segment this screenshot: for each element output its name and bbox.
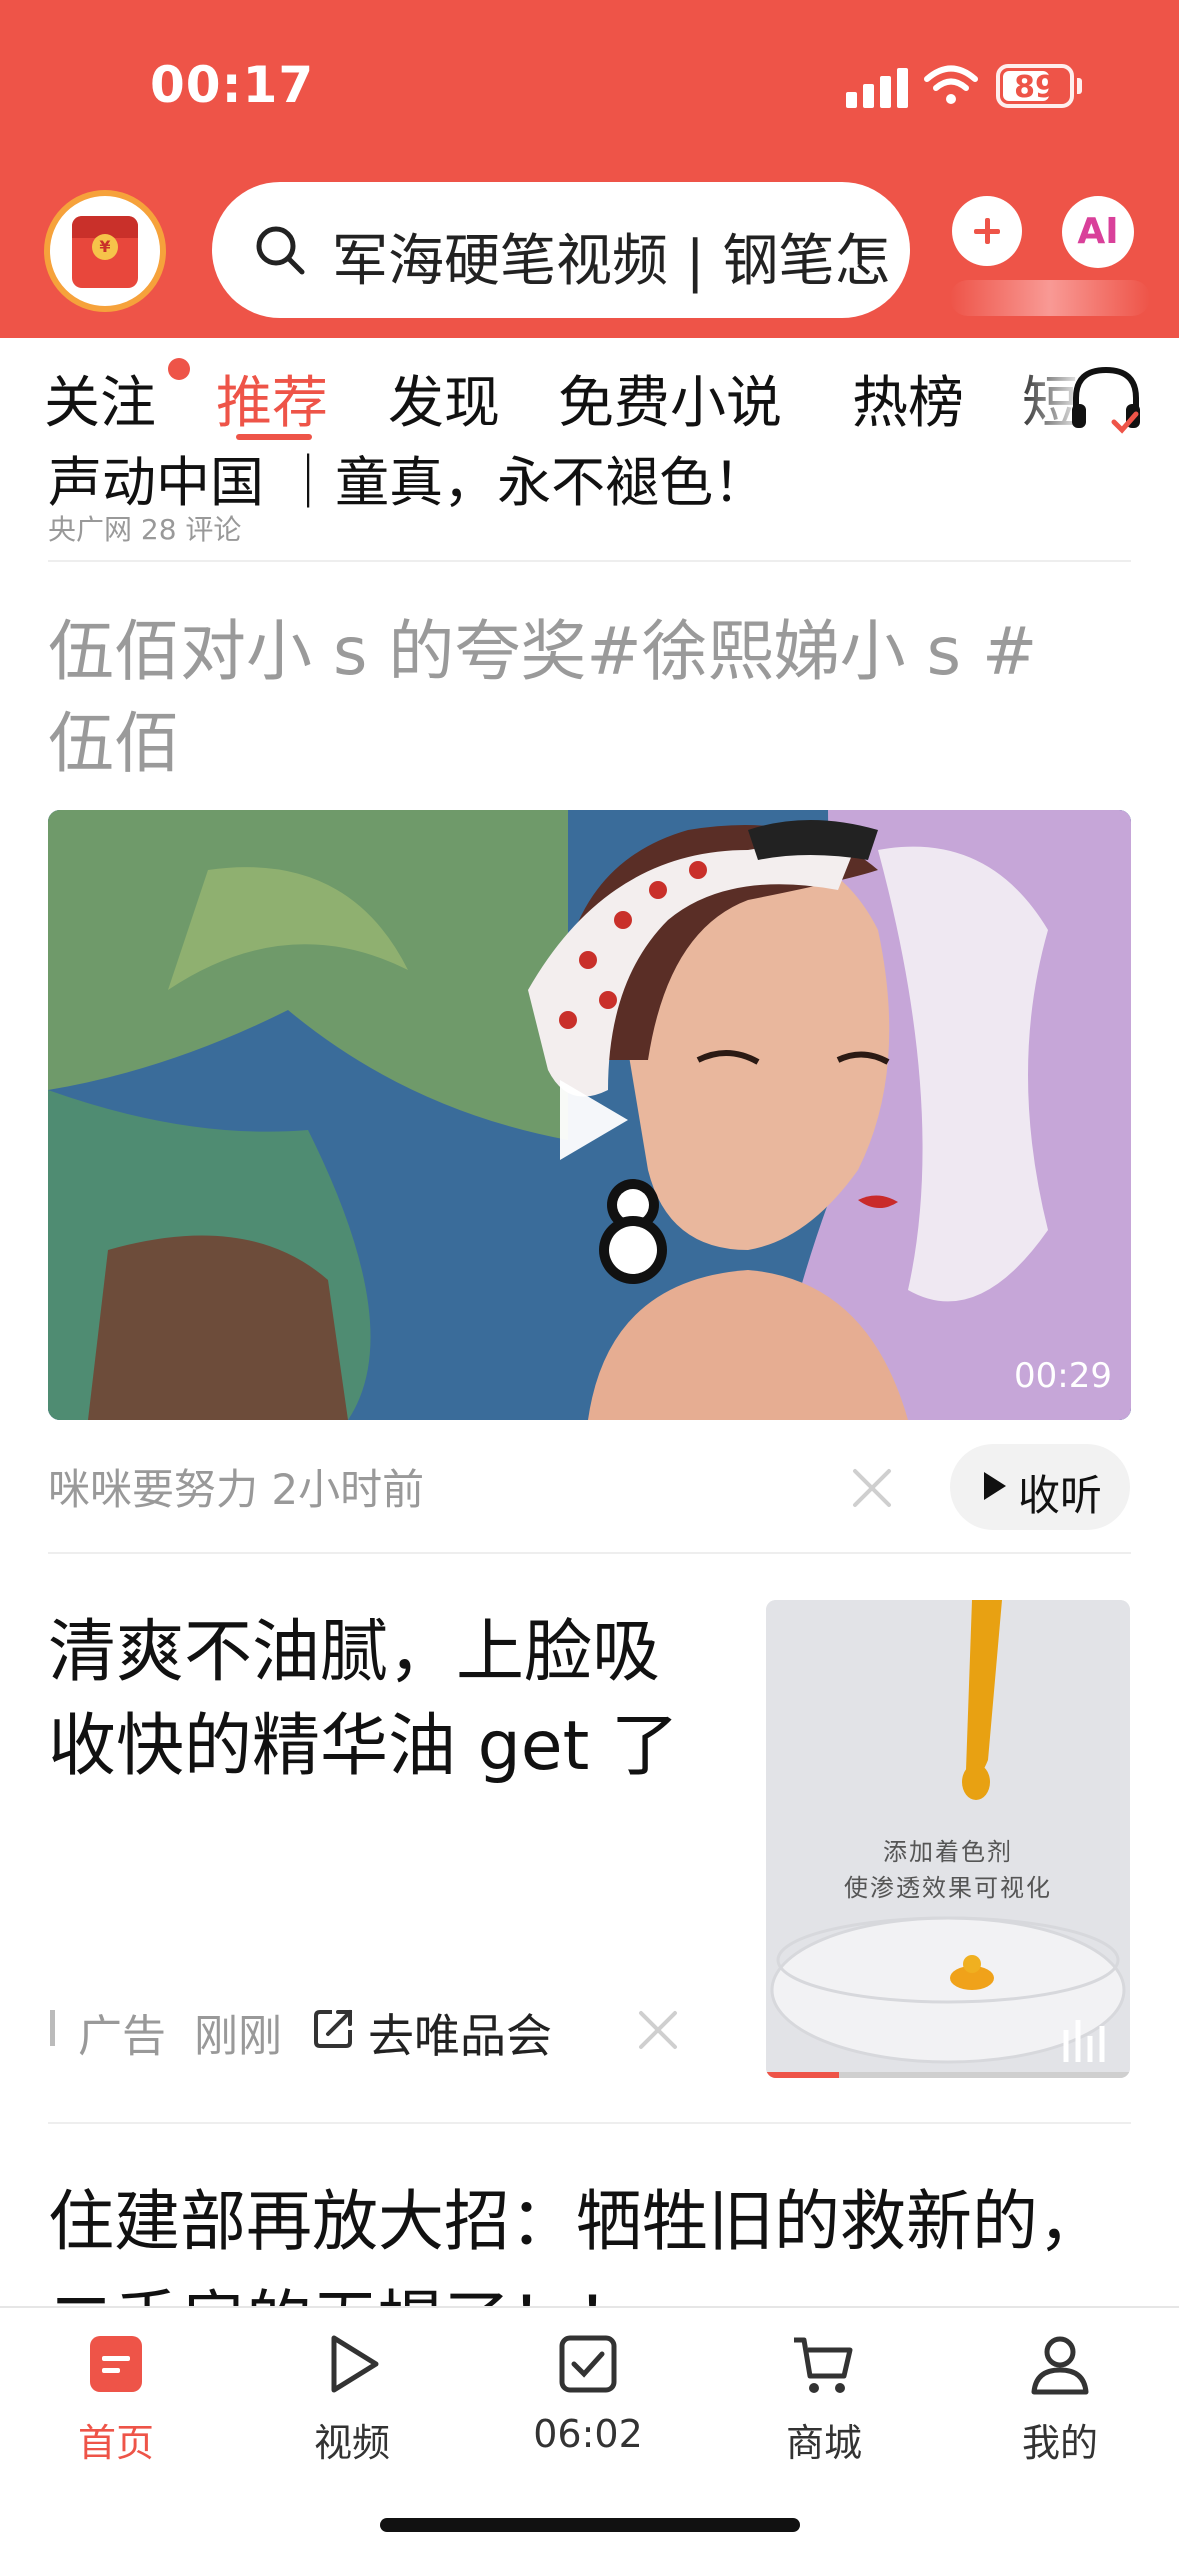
news-meta: 央广网 28 评论 [48,513,242,546]
home-indicator [380,2518,800,2532]
divider [48,560,1131,562]
home-icon [90,2336,142,2392]
play-icon [984,1472,1006,1500]
tab-recommend[interactable]: 推荐 [216,358,328,439]
listen-label: 收听 [1018,1471,1103,1520]
tabbar-label: 视频 [313,2421,390,2465]
video-duration: 00:29 [1014,1356,1112,1396]
top-header: 00:17 89 ¥ 军海硬笔视频 | 钢笔怎 AI [0,0,1179,338]
tab-free-novels[interactable]: 免费小说 [558,358,782,439]
cart-icon [794,2337,853,2393]
tab-follow[interactable]: 关注 [44,358,156,439]
video-play-icon [331,2335,379,2393]
profile-icon [1031,2336,1089,2395]
red-packet-icon[interactable]: ¥ [44,190,166,312]
tabbar-video[interactable]: 视频 [252,2308,452,2478]
video-thumbnail[interactable] [48,810,1131,1420]
play-icon[interactable] [560,1080,628,1160]
app-screen: 00:17 89 ¥ 军海硬笔视频 | 钢笔怎 AI 关注 推荐 发现 免费小说… [0,0,1179,2556]
ad-time: 刚刚 [194,2011,282,2062]
ad-thumb-text: 使渗透效果可视化 [844,1874,1052,1902]
battery-icon: 89 [996,64,1074,108]
dismiss-icon[interactable] [850,1466,894,1510]
video-title[interactable]: 伍佰对小 s 的夸奖#徐熙娣小 s #伍佰 [48,606,1098,790]
ad-link[interactable]: 去唯品会 [368,2000,552,2066]
tabbar-label: 我的 [1021,2421,1098,2465]
unread-dot [168,358,190,380]
search-bar[interactable]: 军海硬笔视频 | 钢笔怎 [212,182,910,318]
tabbar-profile[interactable]: 我的 [960,2308,1160,2478]
tabbar-label: 首页 [77,2421,154,2465]
tab-hot-list[interactable]: 热榜 [852,358,964,439]
ad-title[interactable]: 清爽不油腻，上脸吸收快的精华油 get 了 [48,1606,688,1794]
bottom-tab-bar: 首页 视频 06:02 商城 我的 [0,2306,1179,2556]
search-icon [256,226,305,275]
add-button[interactable] [952,196,1022,266]
status-time: 00:17 [150,56,315,114]
tabbar-checkin[interactable]: 06:02 [488,2308,688,2478]
news-title[interactable]: 声动中国 ｜童真，永不褪色！ [48,438,767,517]
headphones-icon[interactable] [1066,360,1146,440]
checkin-icon [559,2335,617,2393]
ad-video-progress [766,2072,1130,2078]
cellular-signal-icon [846,68,908,108]
video-meta: 咪咪要努力 2小时前 [48,1465,425,1514]
ad-badge: 广告 [78,2011,166,2062]
tabbar-label: 06:02 [533,2412,643,2456]
tabbar-home[interactable]: 首页 [16,2308,216,2478]
ad-thumb-text: 添加着色剂 [883,1838,1013,1866]
wifi-icon [924,65,978,104]
external-link-icon [314,2010,352,2048]
divider [48,2122,1131,2124]
battery-level: 89 [1014,70,1056,105]
ai-button[interactable]: AI [1062,196,1134,268]
category-tabs: 关注 推荐 发现 免费小说 热榜 短 [0,338,1179,448]
divider [48,1552,1131,1554]
search-suggestion: 军海硬笔视频 | 钢笔怎 [332,229,891,294]
ad-thumbnail[interactable]: 添加着色剂 使渗透效果可视化 [766,1600,1130,2078]
dismiss-icon[interactable] [636,2008,680,2052]
tabbar-label: 商城 [785,2421,862,2465]
tabbar-mall[interactable]: 商城 [724,2308,924,2478]
listen-button[interactable]: 收听 [950,1444,1130,1530]
tab-discover[interactable]: 发现 [388,358,500,439]
